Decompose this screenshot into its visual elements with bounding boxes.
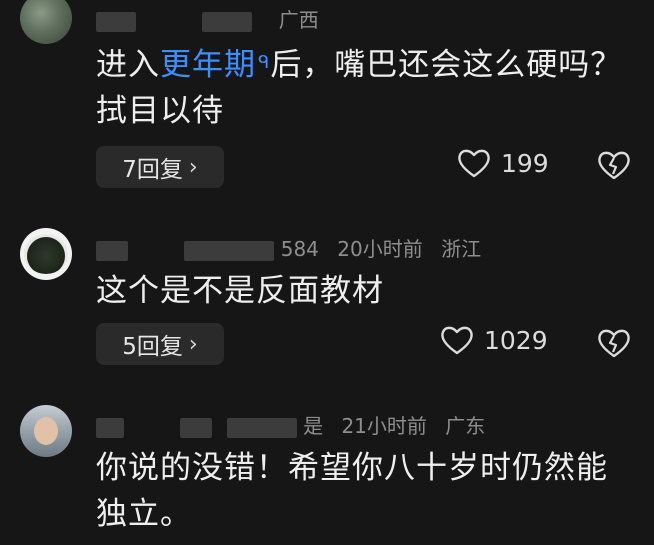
username-redacted[interactable] bbox=[184, 240, 275, 261]
comment-time: 20小时前 bbox=[337, 237, 423, 261]
comment-text[interactable]: 这个是不是反面教材 bbox=[96, 268, 634, 314]
like-count: 1029 bbox=[484, 325, 548, 355]
comment-text[interactable]: 你说的没错！希望你八十岁时仍然能独立。 bbox=[96, 445, 634, 537]
comment-location: 浙江 bbox=[441, 237, 482, 261]
username-redacted[interactable] bbox=[96, 417, 124, 438]
heart-outline-icon bbox=[440, 325, 474, 355]
username-redacted[interactable] bbox=[96, 11, 136, 32]
topic-link[interactable]: 更年期 ᑫ bbox=[160, 47, 270, 83]
view-replies-button[interactable]: 7回复 › bbox=[96, 146, 224, 188]
username-redacted[interactable] bbox=[180, 417, 213, 438]
comment-meta: 是 21小时前 广东 bbox=[96, 410, 485, 439]
username-redacted[interactable] bbox=[226, 417, 297, 438]
avatar[interactable] bbox=[20, 405, 72, 457]
broken-heart-icon bbox=[597, 150, 631, 180]
search-hint-icon: ᑫ bbox=[258, 52, 271, 73]
like-button[interactable]: 199 bbox=[457, 148, 549, 178]
chevron-right-icon: › bbox=[188, 331, 198, 357]
comment-location: 广西 bbox=[278, 8, 319, 32]
username-redacted[interactable] bbox=[202, 11, 253, 32]
comment-location: 广东 bbox=[445, 414, 486, 438]
avatar[interactable] bbox=[20, 228, 72, 280]
like-count: 199 bbox=[501, 148, 549, 178]
heart-outline-icon bbox=[457, 148, 491, 178]
dislike-button[interactable] bbox=[597, 328, 631, 358]
comment-time: 21小时前 bbox=[341, 414, 427, 438]
view-replies-button[interactable]: 5回复 › bbox=[96, 323, 224, 365]
avatar[interactable] bbox=[20, 0, 72, 44]
like-button[interactable]: 1029 bbox=[440, 325, 548, 355]
comment-meta: 584 20小时前 浙江 bbox=[96, 233, 481, 262]
chevron-right-icon: › bbox=[188, 154, 198, 180]
username-redacted[interactable] bbox=[96, 240, 128, 261]
dislike-button[interactable] bbox=[597, 150, 631, 180]
comment-text[interactable]: 进入更年期 ᑫ后，嘴巴还会这么硬吗？拭目以待 bbox=[96, 42, 634, 134]
broken-heart-icon bbox=[597, 328, 631, 358]
comment-meta: 广西 bbox=[96, 4, 319, 33]
